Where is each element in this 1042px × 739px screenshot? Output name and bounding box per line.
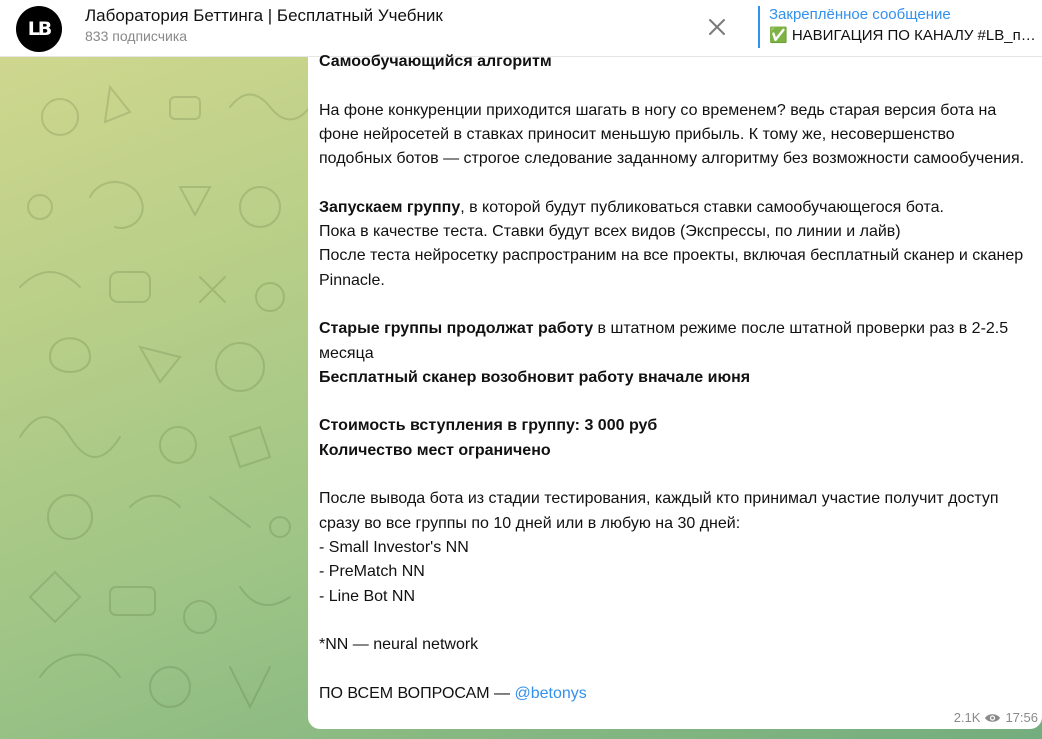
- bot-list-item: - Small Investor's NN: [319, 538, 469, 556]
- contact-link[interactable]: @betonys: [514, 685, 586, 702]
- paragraph-2: Запускаем группу, в которой будут публик…: [319, 196, 1031, 220]
- contact-prefix: ПО ВСЕМ ВОПРОСАМ —: [319, 684, 515, 702]
- old-groups-bold: Старые группы продолжат работу: [319, 320, 594, 338]
- message-meta: 2.1K 17:56: [954, 710, 1038, 725]
- message-heading: Самообучающийся алгоритм: [319, 53, 552, 70]
- limited-seats-line: Количество мест ограничено: [319, 441, 551, 459]
- pinned-label: Закреплённое сообщение: [769, 6, 951, 23]
- eye-icon: [984, 712, 1001, 724]
- subscriber-count: 833 подписчика: [85, 28, 188, 44]
- view-count: 2.1K: [953, 710, 981, 725]
- launch-group-bold: Запускаем группу: [319, 198, 461, 216]
- paragraph-2-line2: Пока в качестве теста. Ставки будут всех…: [319, 223, 901, 241]
- close-icon-glyph: [709, 19, 725, 35]
- paragraph-3: Старые группы продолжат работу в штатном…: [319, 317, 1031, 366]
- free-scanner-line: Бесплатный сканер возобновит работу внач…: [319, 368, 751, 386]
- bot-list-item: - Line Bot NN: [319, 587, 416, 605]
- pinned-message[interactable]: Закреплённое сообщение ✅ НАВИГАЦИЯ ПО КА…: [758, 6, 1042, 48]
- message-time: 17:56: [1005, 710, 1038, 725]
- contact-line: ПО ВСЕМ ВОПРОСАМ — @betonys: [319, 682, 1031, 706]
- channel-avatar[interactable]: LB: [16, 6, 62, 52]
- bot-list-item: - PreMatch NN: [319, 563, 425, 581]
- footnote: *NN — neural network: [319, 636, 479, 654]
- channel-title[interactable]: Лаборатория Беттинга | Бесплатный Учебни…: [85, 6, 443, 26]
- chat-header: LB Лаборатория Беттинга | Бесплатный Уче…: [0, 0, 1042, 57]
- paragraph-2-line3: После теста нейросетку распространим на …: [319, 247, 1024, 289]
- paragraph-2-rest: , в которой будут публиковаться ставки с…: [460, 198, 944, 216]
- message-bubble: Самообучающийся алгоритм На фоне конкуре…: [308, 53, 1042, 729]
- message-text: Самообучающийся алгоритм На фоне конкуре…: [319, 50, 1031, 706]
- pinned-text: ✅ НАВИГАЦИЯ ПО КАНАЛУ #LB_п…: [769, 27, 1036, 44]
- close-icon[interactable]: [705, 15, 729, 39]
- paragraph-5: После вывода бота из стадии тестирования…: [319, 490, 999, 532]
- paragraph-1: На фоне конкуренции приходится шагать в …: [319, 101, 1025, 168]
- price-line: Стоимость вступления в группу: 3 000 руб: [319, 417, 658, 435]
